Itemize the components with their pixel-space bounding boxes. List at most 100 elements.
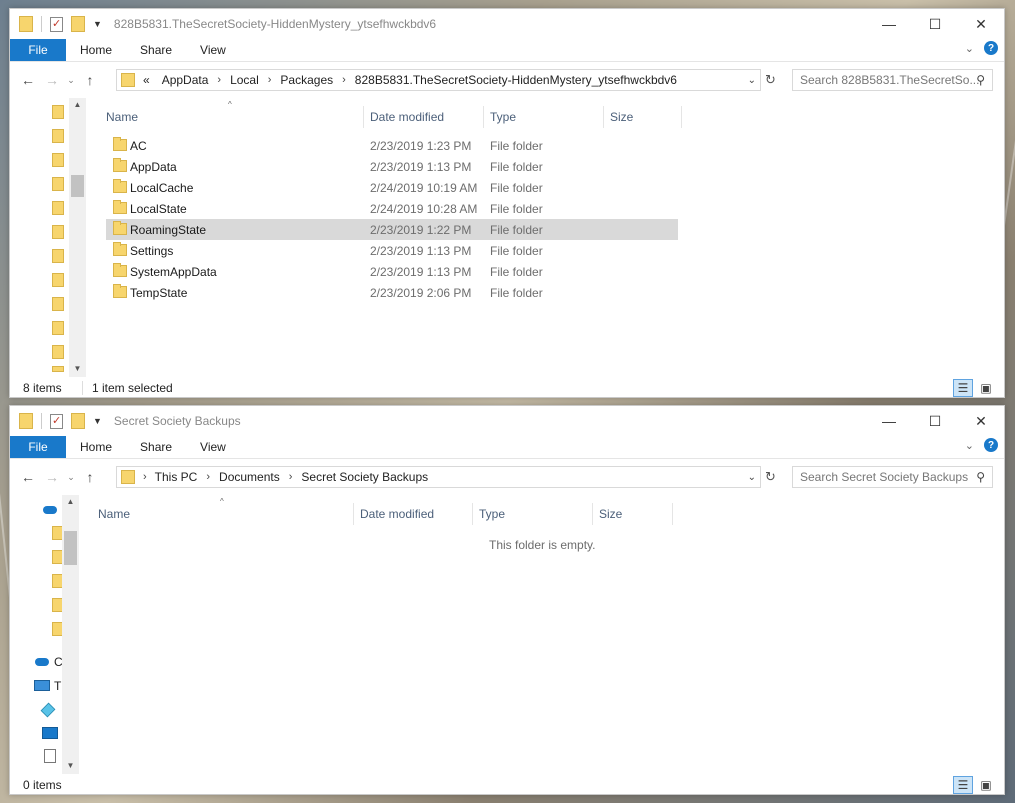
forward-button[interactable]: → <box>40 72 64 88</box>
file-row[interactable]: LocalState 2/24/2019 10:28 AM File folder <box>106 198 678 219</box>
tab-view[interactable]: View <box>186 39 240 61</box>
address-bar[interactable]: « AppData › Local › Packages › 828B5831.… <box>116 69 761 91</box>
folder-icon[interactable] <box>52 201 64 215</box>
breadcrumb-local[interactable]: Local <box>230 73 259 87</box>
breadcrumb-package-folder[interactable]: 828B5831.TheSecretSociety-HiddenMystery_… <box>355 73 677 87</box>
breadcrumb-overflow[interactable]: « <box>143 73 150 87</box>
documents-icon[interactable] <box>44 749 56 763</box>
navigation-pane[interactable]: ▲ ▼ <box>10 98 88 377</box>
recent-locations-icon[interactable]: ⌄ <box>64 472 78 483</box>
breadcrumb-this-pc[interactable]: This PC <box>155 470 198 484</box>
scroll-down-icon[interactable]: ▼ <box>62 761 79 770</box>
large-icons-view-icon[interactable]: ▣ <box>976 379 996 397</box>
maximize-button[interactable]: ☐ <box>912 9 958 39</box>
address-dropdown-icon[interactable]: ⌄ <box>748 472 756 483</box>
expand-ribbon-icon[interactable]: ⌄ <box>965 439 974 452</box>
chevron-down-icon[interactable]: ▼ <box>93 19 102 29</box>
breadcrumb-separator-icon[interactable]: › <box>143 471 147 483</box>
this-pc-icon[interactable] <box>34 680 50 691</box>
folder-icon[interactable] <box>52 321 64 335</box>
breadcrumb-separator-icon[interactable]: › <box>217 74 221 86</box>
details-view-icon[interactable]: ☰ <box>953 776 973 794</box>
help-icon[interactable]: ? <box>984 41 998 55</box>
file-row[interactable]: LocalCache 2/24/2019 10:19 AM File folder <box>106 177 678 198</box>
folder-icon[interactable] <box>52 345 64 359</box>
chevron-down-icon[interactable]: ▼ <box>93 416 102 426</box>
minimize-button[interactable]: — <box>866 9 912 39</box>
folder-icon[interactable] <box>52 177 64 191</box>
sidebar-item-this-pc-label[interactable]: T <box>54 679 61 693</box>
tab-home[interactable]: Home <box>66 436 126 458</box>
folder-icon[interactable] <box>52 249 64 263</box>
column-type[interactable]: Type <box>484 106 604 128</box>
onedrive-icon[interactable] <box>42 503 58 515</box>
address-dropdown-icon[interactable]: ⌄ <box>748 75 756 86</box>
search-input[interactable]: Search 828B5831.TheSecretSo... ⚲ <box>792 69 993 91</box>
close-button[interactable]: ✕ <box>958 406 1004 436</box>
breadcrumb-separator-icon[interactable]: › <box>206 471 210 483</box>
navigation-pane[interactable]: C T ▲ ▼ <box>10 495 80 774</box>
folder-icon[interactable] <box>52 366 64 372</box>
help-icon[interactable]: ? <box>984 438 998 452</box>
tab-share[interactable]: Share <box>126 436 186 458</box>
3d-objects-icon[interactable] <box>40 702 56 718</box>
breadcrumb-separator-icon[interactable]: › <box>289 471 293 483</box>
back-button[interactable]: ← <box>16 469 40 485</box>
folder-icon[interactable] <box>52 153 64 167</box>
search-input[interactable]: Search Secret Society Backups ⚲ <box>792 466 993 488</box>
refresh-icon[interactable]: ↻ <box>765 469 776 485</box>
maximize-button[interactable]: ☐ <box>912 406 958 436</box>
onedrive-icon[interactable] <box>34 655 50 667</box>
tab-file[interactable]: File <box>10 39 66 61</box>
scroll-up-icon[interactable]: ▲ <box>62 497 79 506</box>
properties-icon[interactable] <box>50 16 63 32</box>
refresh-icon[interactable]: ↻ <box>765 72 776 88</box>
file-row[interactable]: RoamingState 2/23/2019 1:22 PM File folder <box>106 219 678 240</box>
tab-home[interactable]: Home <box>66 39 126 61</box>
file-row[interactable]: AppData 2/23/2019 1:13 PM File folder <box>106 156 678 177</box>
breadcrumb-separator-icon[interactable]: › <box>268 74 272 86</box>
folder-icon[interactable] <box>52 129 64 143</box>
up-button[interactable]: ↑ <box>78 469 102 485</box>
column-size[interactable]: Size <box>604 106 682 128</box>
breadcrumb-appdata[interactable]: AppData <box>162 73 209 87</box>
file-row[interactable]: Settings 2/23/2019 1:13 PM File folder <box>106 240 678 261</box>
folder-icon[interactable] <box>52 105 64 119</box>
scrollbar-thumb[interactable] <box>64 531 77 565</box>
title-bar[interactable]: ▼ 828B5831.TheSecretSociety-HiddenMyster… <box>10 9 1004 39</box>
close-button[interactable]: ✕ <box>958 9 1004 39</box>
breadcrumb-packages[interactable]: Packages <box>280 73 333 87</box>
breadcrumb-secret-society-backups[interactable]: Secret Society Backups <box>301 470 428 484</box>
column-name[interactable]: Name <box>100 106 364 128</box>
new-folder-icon[interactable] <box>71 413 85 429</box>
forward-button[interactable]: → <box>40 469 64 485</box>
column-name[interactable]: Name <box>92 503 354 525</box>
folder-icon[interactable] <box>52 225 64 239</box>
column-date-modified[interactable]: Date modified <box>354 503 473 525</box>
recent-locations-icon[interactable]: ⌄ <box>64 75 78 86</box>
large-icons-view-icon[interactable]: ▣ <box>976 776 996 794</box>
column-date-modified[interactable]: Date modified <box>364 106 484 128</box>
desktop-icon[interactable] <box>42 727 58 739</box>
file-row[interactable]: SystemAppData 2/23/2019 1:13 PM File folde… <box>106 261 678 282</box>
up-button[interactable]: ↑ <box>78 72 102 88</box>
breadcrumb-documents[interactable]: Documents <box>219 470 280 484</box>
title-bar[interactable]: ▼ Secret Society Backups — ☐ ✕ <box>10 406 1004 436</box>
breadcrumb-separator-icon[interactable]: › <box>342 74 346 86</box>
folder-icon[interactable] <box>52 273 64 287</box>
file-row[interactable]: TempState 2/23/2019 2:06 PM File folder <box>106 282 678 303</box>
nav-pane-scrollbar[interactable]: ▲ ▼ <box>69 98 86 377</box>
scroll-up-icon[interactable]: ▲ <box>69 100 86 109</box>
folder-icon[interactable] <box>52 297 64 311</box>
address-bar[interactable]: › This PC › Documents › Secret Society B… <box>116 466 761 488</box>
properties-icon[interactable] <box>50 413 63 429</box>
scroll-down-icon[interactable]: ▼ <box>69 364 86 373</box>
minimize-button[interactable]: — <box>866 406 912 436</box>
nav-pane-scrollbar[interactable]: ▲ ▼ <box>62 495 79 774</box>
tab-view[interactable]: View <box>186 436 240 458</box>
back-button[interactable]: ← <box>16 72 40 88</box>
details-view-icon[interactable]: ☰ <box>953 379 973 397</box>
scrollbar-thumb[interactable] <box>71 175 84 197</box>
column-type[interactable]: Type <box>473 503 593 525</box>
tab-share[interactable]: Share <box>126 39 186 61</box>
